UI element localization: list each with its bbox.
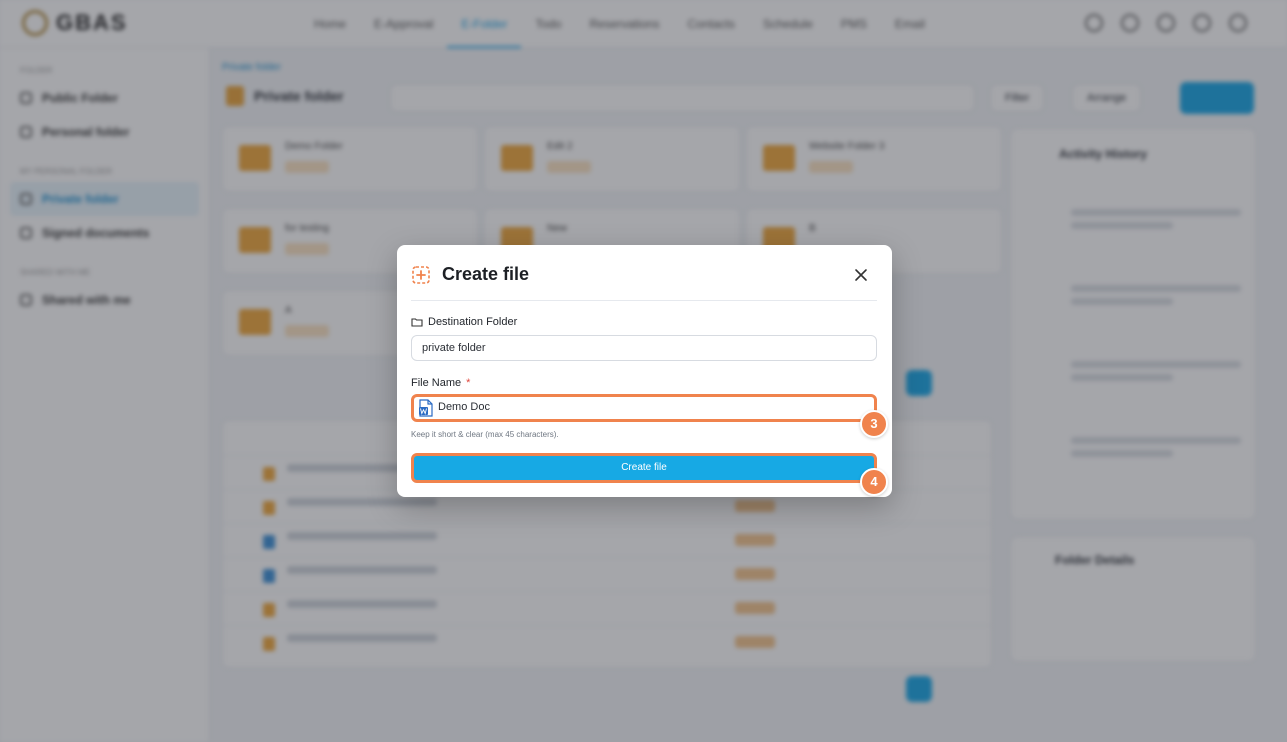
word-document-icon [419,399,433,417]
dialog-title: Create file [442,264,530,284]
dialog-header: Create file [411,261,877,301]
close-icon[interactable] [851,265,871,285]
file-name-label: File Name * [411,377,470,389]
file-name-input[interactable] [438,401,838,413]
new-file-icon [412,266,430,284]
create-file-dialog: Create file Destination Folder private f… [397,245,892,497]
step-badge-3: 3 [860,410,888,438]
create-file-button[interactable]: Create file [411,453,877,483]
destination-label: Destination Folder [411,316,517,328]
step-badge-4: 4 [860,468,888,496]
required-mark: * [466,377,471,389]
file-name-input-wrapper[interactable] [411,394,877,422]
file-name-label-text: File Name [411,377,462,389]
folder-icon [411,318,423,327]
destination-label-text: Destination Folder [428,316,518,328]
file-name-hint: Keep it short & clear (max 45 characters… [411,430,559,439]
destination-folder-field[interactable]: private folder [411,335,877,361]
